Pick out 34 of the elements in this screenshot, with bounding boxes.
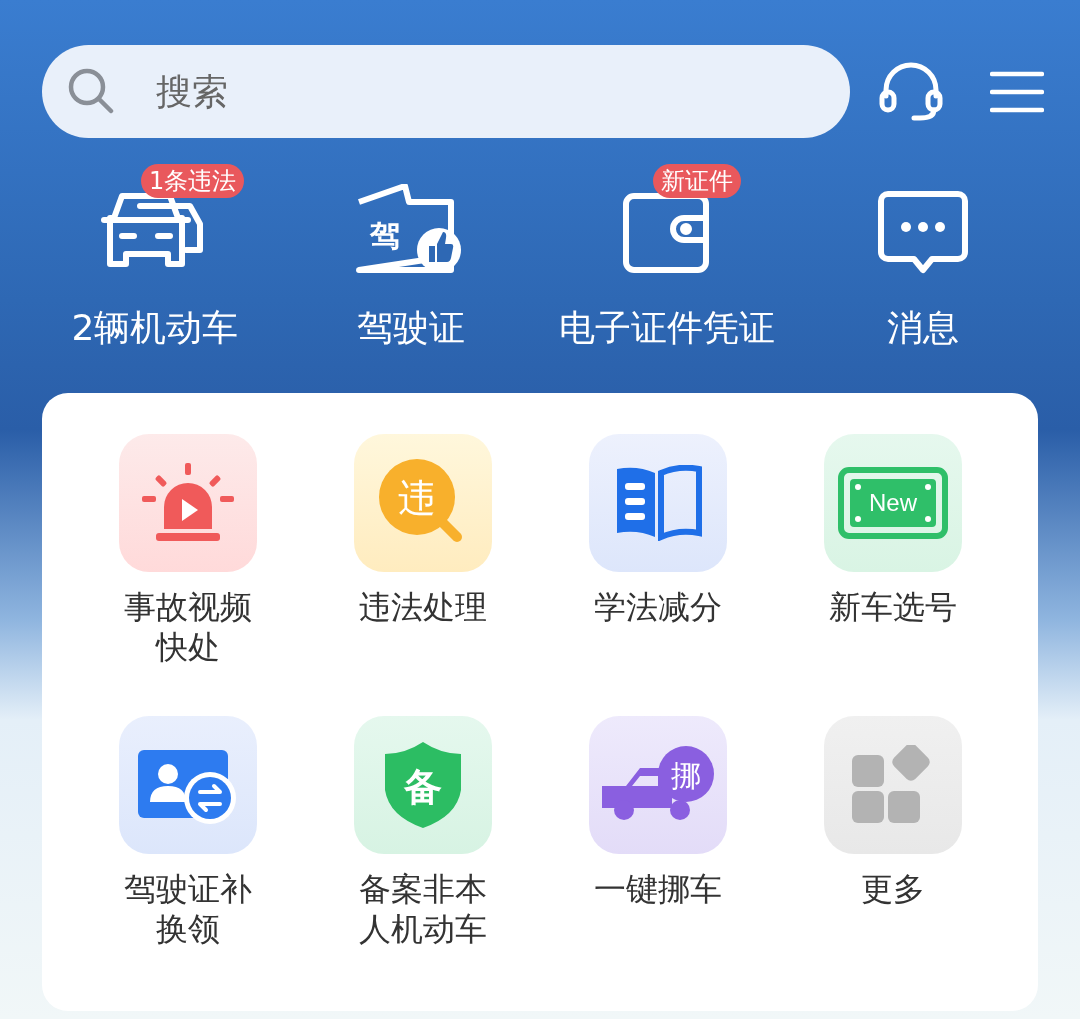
service-label[interactable]: 备案非本人机动车 — [352, 869, 493, 949]
siren-icon — [141, 463, 234, 543]
service-tile[interactable] — [118, 434, 257, 572]
service-label[interactable]: 新车选号 — [822, 587, 963, 627]
icon-glyph: 挪 — [670, 758, 701, 793]
notification-badge: 新证件 — [653, 164, 741, 198]
headset-icon[interactable] — [878, 61, 944, 122]
service-tile[interactable] — [118, 716, 257, 854]
icon-glyph: 违 — [397, 476, 436, 520]
notification-badge: 1条违法 — [141, 164, 245, 198]
shortcut-label[interactable]: 驾驶证 — [357, 304, 465, 353]
shortcut-label[interactable]: 电子证件凭证 — [559, 304, 775, 353]
service-label[interactable]: 违法处理 — [352, 587, 493, 627]
service-label[interactable]: 学法减分 — [587, 587, 728, 627]
service-tile[interactable]: 挪 — [588, 716, 727, 854]
service-label[interactable]: 一键挪车 — [587, 869, 728, 909]
icon-glyph: 备 — [403, 765, 442, 809]
icon-glyph: 驾 — [370, 218, 400, 253]
search-field[interactable]: 搜索 — [42, 45, 850, 138]
service-tile[interactable] — [588, 434, 727, 572]
icon-glyph: New — [868, 489, 917, 516]
shield-icon — [384, 742, 461, 828]
service-label[interactable]: 驾驶证补换领 — [117, 869, 258, 949]
shortcut-label[interactable]: 2辆机动车 — [71, 304, 239, 353]
service-tile[interactable] — [823, 716, 962, 854]
service-label[interactable]: 更多 — [822, 869, 963, 909]
license-plate-icon — [837, 467, 948, 539]
license-book-icon — [356, 184, 461, 273]
search-icon — [68, 68, 114, 114]
magnifier-icon — [378, 459, 462, 542]
service-label[interactable]: 事故视频快处 — [117, 587, 258, 667]
menu-icon[interactable] — [990, 70, 1044, 113]
message-icon — [878, 190, 968, 276]
shortcut-label[interactable]: 消息 — [887, 304, 959, 353]
